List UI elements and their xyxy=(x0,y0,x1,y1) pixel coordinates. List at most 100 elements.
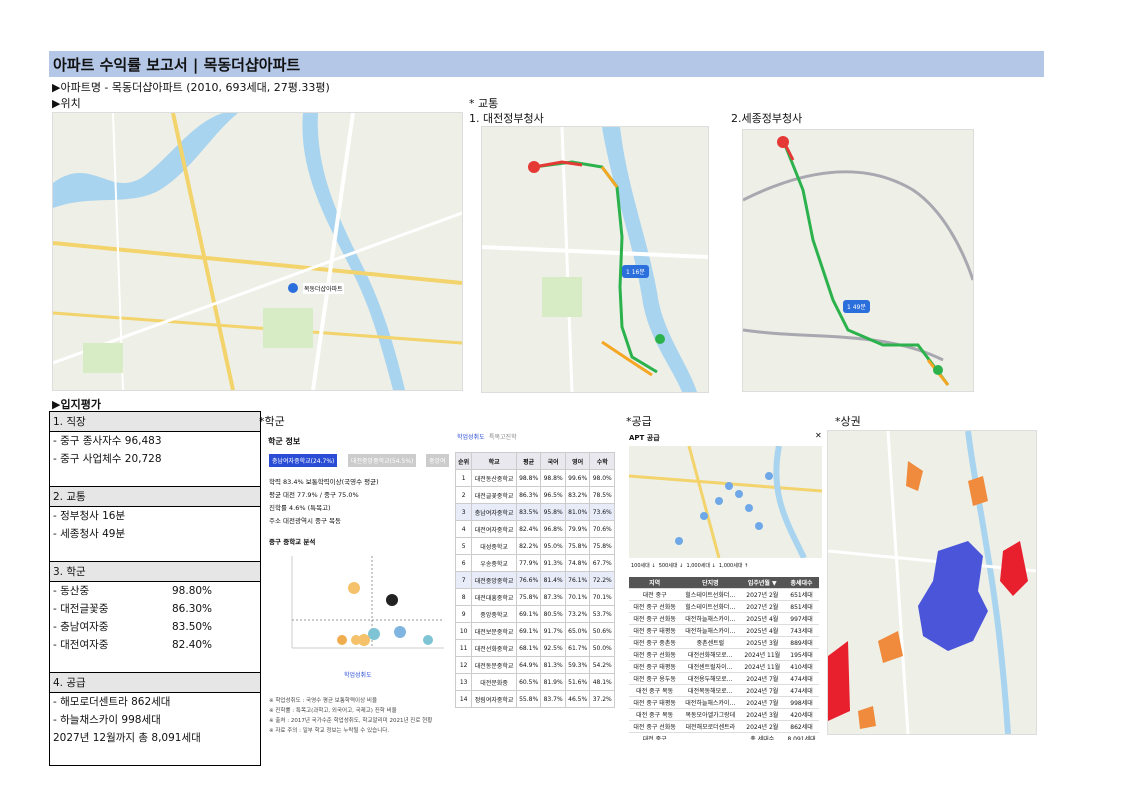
eval-spacer xyxy=(50,543,260,561)
school-info-panel: 학군 정보 충남여자중학교(24.7%) 대전중앙중학교(54.5%) 중앙여 … xyxy=(264,430,450,738)
school-table-cell: 5 xyxy=(455,537,473,555)
school-table-row[interactable]: 7 대전중앙중학교 76.6% 81.4% 76.1% 72.2% xyxy=(455,571,615,589)
school-tab-1[interactable]: 충남여자중학교(24.7%) xyxy=(269,454,338,467)
supply-table-cell: 474세대 xyxy=(784,672,819,685)
supply-table-row[interactable]: 대전 중구 목동 목동모아엘가그랑데 2024년 3월 420세대 xyxy=(629,708,819,721)
school-tab-3[interactable]: 중앙여 xyxy=(426,454,449,467)
supply-table-cell: 대전 중구 선화동 xyxy=(629,612,681,625)
school-table-cell: 대전글꽃중학교 xyxy=(471,486,517,504)
school-table-cell: 60.5% xyxy=(515,673,542,691)
school-table-header: 순위 xyxy=(455,452,473,470)
evaluation-table: 1. 직장 - 중구 종사자수 96,483 - 중구 사업체수 20,728 … xyxy=(49,411,261,766)
school-table-cell: 대전여자중학교 xyxy=(471,520,517,538)
supply-panel-title: APT 공급 xyxy=(629,434,660,442)
supply-table-cell: 2024년 11월 xyxy=(740,648,785,661)
school-table-cell: 96.5% xyxy=(540,486,566,504)
supply-table-row[interactable]: 대전 중구 태평동 대전센트럴자이… 2024년 11월 410세대 xyxy=(629,660,819,673)
school-table-cell: 53.7% xyxy=(589,605,615,623)
school-table-row[interactable]: 13 대전문화중 60.5% 81.9% 51.6% 48.1% xyxy=(455,673,615,691)
eval-group-header: 3. 학군 xyxy=(50,561,260,582)
school-note: ※ 출처 : 2017년 국가수준 학업성취도, 학교알리미 2021년 진로 … xyxy=(269,718,433,724)
supply-table-row[interactable]: 대전 중구 총 세대수 8,091세대 xyxy=(629,732,819,740)
supply-table-cell: 743세대 xyxy=(784,624,819,637)
supply-table-row[interactable]: 대전 중구 선화동 대전선화해모로… 2024년 11월 195세대 xyxy=(629,648,819,661)
school-table-row[interactable]: 14 정림여자중학교 55.8% 83.7% 46.5% 37.2% xyxy=(455,690,615,708)
school-table-row[interactable]: 9 중앙중학교 69.1% 80.5% 73.2% 53.7% xyxy=(455,605,615,623)
supply-map[interactable] xyxy=(629,446,822,558)
school-table-cell: 대전중앙중학교 xyxy=(471,571,517,589)
supply-table-row[interactable]: 대전 중구 중촌동 중촌센트럴 2025년 3월 889세대 xyxy=(629,636,819,649)
school-table-cell: 95.8% xyxy=(540,503,566,521)
school-table-row[interactable]: 11 대전선화중학교 68.1% 92.5% 61.7% 50.0% xyxy=(455,639,615,657)
school-table-row[interactable]: 12 대전동문중학교 64.9% 81.3% 59.3% 54.2% xyxy=(455,656,615,674)
supply-table-cell: 대전 중구 xyxy=(629,732,681,740)
school-table-cell: 충남여자중학교 xyxy=(471,503,517,521)
school-table-cell: 6 xyxy=(455,554,473,572)
report-title: 아파트 수익률 보고서 | 목동더샵아파트 xyxy=(53,56,301,74)
report-title-bar: 아파트 수익률 보고서 | 목동더샵아파트 xyxy=(49,51,1044,77)
supply-table-header: 입주년월 ▼ xyxy=(740,577,785,589)
supply-table-cell: 8,091세대 xyxy=(784,732,819,740)
supply-table-cell: 힐스테이트선화더… xyxy=(680,588,741,601)
commerce-map[interactable] xyxy=(827,430,1037,735)
supply-table-cell xyxy=(680,732,741,740)
school-table-cell: 중앙중학교 xyxy=(471,605,517,623)
school-table-cell: 77.9% xyxy=(515,554,542,572)
supply-table-cell: 2025년 3월 xyxy=(740,636,785,649)
supply-table-row[interactable]: 대전 중구 선화동 대전해모로더센트라 2024년 2월 862세대 xyxy=(629,720,819,733)
supply-table-cell: 2025년 4월 xyxy=(740,624,785,637)
school-table-row[interactable]: 5 대성중학교 82.2% 95.0% 75.8% 75.8% xyxy=(455,537,615,555)
supply-table-cell: 2025년 4월 xyxy=(740,612,785,625)
eval-group-header: 2. 교통 xyxy=(50,486,260,507)
school-table-row[interactable]: 1 대전동산중학교 98.8% 98.8% 99.6% 98.0% xyxy=(455,469,615,487)
supply-table-cell: 총 세대수 xyxy=(740,732,785,740)
supply-table-row[interactable]: 대전 중구 태평동 대전하늘채스카이… 2024년 7월 998세대 xyxy=(629,696,819,709)
school-table-cell: 75.8% xyxy=(589,537,615,555)
school-table-cell: 50.0% xyxy=(589,639,615,657)
school-table-tab-2[interactable]: 특목고진학 xyxy=(489,432,517,441)
route-map-sejong[interactable]: 1 49분 xyxy=(742,129,974,392)
supply-table-row[interactable]: 대전 중구 목동 대전목동해모로… 2024년 7월 474세대 xyxy=(629,684,819,697)
eval-spacer xyxy=(50,747,260,765)
supply-table-row[interactable]: 대전 중구 용두동 대전용두해모로… 2024년 7월 474세대 xyxy=(629,672,819,685)
supply-table-row[interactable]: 대전 중구 선화동 대전하늘채스카이… 2025년 4월 997세대 xyxy=(629,612,819,625)
school-table-row[interactable]: 2 대전글꽃중학교 86.3% 96.5% 83.2% 78.5% xyxy=(455,486,615,504)
school-table-row[interactable]: 10 대전보문중학교 69.1% 91.7% 65.0% 50.6% xyxy=(455,622,615,640)
school-table-cell: 48.1% xyxy=(589,673,615,691)
eval-row: - 중구 사업체수 20,728 xyxy=(53,453,162,465)
supply-table-cell: 998세대 xyxy=(784,696,819,709)
supply-table-cell: 대전 중구 태평동 xyxy=(629,696,681,709)
school-table-cell: 정림여자중학교 xyxy=(471,690,517,708)
school-ranking-table: 순위 학교 평균 국어 영어 수학 1 대전동산중학교 98.8% 98.8% 99.6% 98.0… xyxy=(455,452,615,708)
supply-table-row[interactable]: 대전 중구 태평동 대전하늘채스카이… 2025년 4월 743세대 xyxy=(629,624,819,637)
supply-table-cell: 851세대 xyxy=(784,600,819,613)
school-table-cell: 92.5% xyxy=(540,639,566,657)
school-table-row[interactable]: 4 대전여자중학교 82.4% 96.8% 79.9% 70.6% xyxy=(455,520,615,538)
supply-table-cell: 대전 중구 용두동 xyxy=(629,672,681,685)
supply-table-cell: 중촌센트럴 xyxy=(680,636,741,649)
supply-table-row[interactable]: 대전 중구 힐스테이트선화더… 2027년 2월 651세대 xyxy=(629,588,819,601)
school-table-row[interactable]: 8 대전대흥중학교 75.8% 87.3% 70.1% 70.1% xyxy=(455,588,615,606)
supply-table-cell: 대전 중구 선화동 xyxy=(629,720,681,733)
school-table-row[interactable]: 3 충남여자중학교 83.5% 95.8% 81.0% 73.6% xyxy=(455,503,615,521)
school-table-cell: 72.2% xyxy=(589,571,615,589)
school-table-tab-1[interactable]: 학업성취도 xyxy=(457,432,485,441)
supply-table-cell: 651세대 xyxy=(784,588,819,601)
eval-spacer xyxy=(50,468,260,486)
supply-table-cell: 대전 중구 목동 xyxy=(629,684,681,697)
school-table-cell: 69.1% xyxy=(515,605,542,623)
school-table-row[interactable]: 6 우송중학교 77.9% 91.3% 74.8% 67.7% xyxy=(455,554,615,572)
school-table-header: 국어 xyxy=(540,452,566,470)
school-table-cell: 75.8% xyxy=(515,588,542,606)
route-map-daejeon[interactable]: 1 16분 xyxy=(481,126,709,393)
school-scatter-chart xyxy=(291,556,444,649)
supply-table-row[interactable]: 대전 중구 선화동 힐스테이트선화더… 2027년 2월 851세대 xyxy=(629,600,819,613)
location-map[interactable]: 목동더샵아파트 xyxy=(52,112,463,391)
school-tab-2[interactable]: 대전중앙중학교(54.5%) xyxy=(348,454,417,467)
school-table-cell: 11 xyxy=(455,639,473,657)
close-icon[interactable]: ✕ xyxy=(815,431,822,440)
school-table-cell: 81.9% xyxy=(540,673,566,691)
supply-table-cell: 889세대 xyxy=(784,636,819,649)
school-table-cell: 80.5% xyxy=(540,605,566,623)
location-marker-label: 목동더샵아파트 xyxy=(303,283,344,294)
